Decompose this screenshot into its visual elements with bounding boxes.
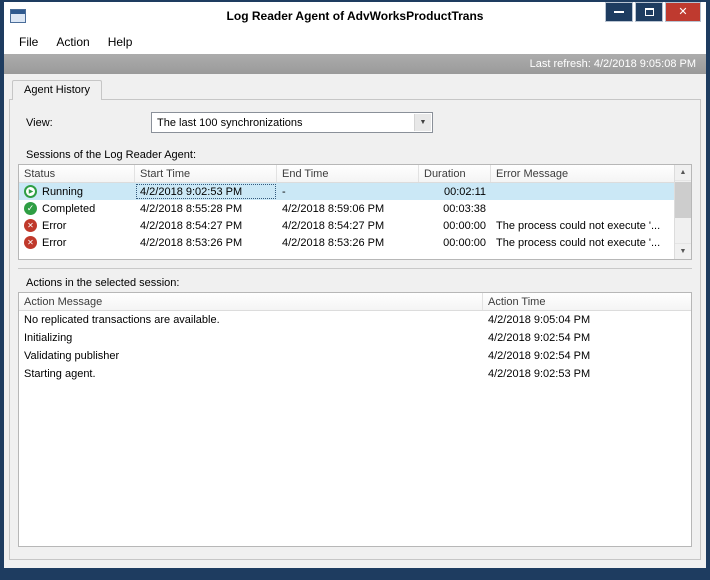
session-row[interactable]: Running 4/2/2018 9:02:53 PM - 00:02:11 [19, 183, 674, 200]
view-row: View: The last 100 synchronizations ▼ [26, 112, 692, 133]
tab-agent-history[interactable]: Agent History [12, 80, 103, 100]
error-message-cell [491, 183, 674, 200]
sessions-table: Status Start Time End Time Duration Erro… [18, 164, 692, 260]
action-time-cell: 4/2/2018 9:02:54 PM [488, 332, 591, 344]
session-row[interactable]: Error 4/2/2018 8:53:26 PM 4/2/2018 8:53:… [19, 234, 674, 251]
start-time-cell: 4/2/2018 8:55:28 PM [140, 202, 243, 215]
minimize-icon [614, 11, 624, 13]
chevron-down-icon[interactable]: ▼ [414, 114, 431, 131]
end-time-cell: 4/2/2018 8:54:27 PM [282, 219, 385, 232]
minimize-button[interactable] [605, 2, 633, 22]
window-title: Log Reader Agent of AdvWorksProductTrans [226, 9, 484, 23]
column-header-end-time[interactable]: End Time [277, 165, 419, 182]
session-row[interactable]: Completed 4/2/2018 8:55:28 PM 4/2/2018 8… [19, 200, 674, 217]
titlebar: Log Reader Agent of AdvWorksProductTrans [4, 2, 706, 30]
client-area: Agent History View: The last 100 synchro… [4, 74, 706, 568]
splitter [18, 268, 692, 269]
menu-action[interactable]: Action [47, 32, 98, 52]
scrollbar-thumb[interactable] [675, 182, 691, 218]
column-header-start-time[interactable]: Start Time [135, 165, 277, 182]
actions-table-header: Action Message Action Time [19, 293, 691, 311]
sessions-table-body: Running 4/2/2018 9:02:53 PM - 00:02:11 C… [19, 183, 674, 259]
sessions-table-header: Status Start Time End Time Duration Erro… [19, 165, 674, 183]
scroll-up-button[interactable]: ▲ [675, 165, 691, 181]
error-message-cell: The process could not execute '... [496, 219, 661, 232]
view-dropdown[interactable]: The last 100 synchronizations ▼ [151, 112, 433, 133]
scroll-down-button[interactable]: ▼ [675, 243, 691, 259]
action-time-cell: 4/2/2018 9:02:54 PM [488, 350, 591, 362]
end-time-cell: - [282, 185, 286, 198]
last-refresh-text: Last refresh: 4/2/2018 9:05:08 PM [529, 58, 696, 70]
error-status-icon [24, 236, 37, 249]
action-row[interactable]: Starting agent. 4/2/2018 9:02:53 PM [19, 365, 691, 383]
action-row[interactable]: Validating publisher 4/2/2018 9:02:54 PM [19, 347, 691, 365]
action-message-cell: No replicated transactions are available… [24, 314, 220, 326]
action-message-cell: Starting agent. [24, 368, 96, 380]
completed-status-icon [24, 202, 37, 215]
end-time-cell: 4/2/2018 8:53:26 PM [282, 236, 385, 249]
status-cell: Running [19, 183, 135, 200]
close-button[interactable] [665, 2, 701, 22]
sessions-label: Sessions of the Log Reader Agent: [26, 149, 197, 161]
caption-buttons [605, 2, 701, 22]
column-header-action-message[interactable]: Action Message [19, 293, 483, 310]
view-label: View: [26, 116, 53, 129]
column-header-error-message[interactable]: Error Message [491, 165, 674, 182]
start-time-cell: 4/2/2018 9:02:53 PM [135, 183, 277, 200]
action-message-cell: Validating publisher [24, 350, 120, 362]
refresh-bar: Last refresh: 4/2/2018 9:05:08 PM [4, 54, 706, 74]
column-header-action-time[interactable]: Action Time [483, 293, 691, 310]
session-row[interactable]: Error 4/2/2018 8:54:27 PM 4/2/2018 8:54:… [19, 217, 674, 234]
duration-cell: 00:03:38 [443, 202, 486, 215]
action-time-cell: 4/2/2018 9:02:53 PM [488, 368, 591, 380]
error-message-cell: The process could not execute '... [496, 236, 661, 249]
duration-cell: 00:00:00 [443, 219, 486, 232]
duration-cell: 00:00:00 [443, 236, 486, 249]
close-icon [678, 6, 687, 18]
status-cell: Completed [19, 200, 135, 217]
actions-table: Action Message Action Time No replicated… [18, 292, 692, 547]
status-cell: Error [19, 217, 135, 234]
maximize-icon [644, 8, 654, 16]
menu-help[interactable]: Help [99, 32, 142, 52]
menubar: File Action Help [4, 30, 706, 54]
maximize-button[interactable] [635, 2, 663, 22]
start-time-cell: 4/2/2018 8:53:26 PM [140, 236, 243, 249]
start-time-cell: 4/2/2018 8:54:27 PM [140, 219, 243, 232]
duration-cell: 00:02:11 [443, 185, 486, 198]
action-message-cell: Initializing [24, 332, 73, 344]
window-body: Log Reader Agent of AdvWorksProductTrans… [4, 2, 706, 568]
agent-history-panel: View: The last 100 synchronizations ▼ Se… [9, 99, 701, 560]
end-time-cell: 4/2/2018 8:59:06 PM [282, 202, 385, 215]
error-message-cell [491, 200, 674, 217]
running-status-icon [24, 185, 37, 198]
column-header-duration[interactable]: Duration [419, 165, 491, 182]
action-row[interactable]: No replicated transactions are available… [19, 311, 691, 329]
action-row[interactable]: Initializing 4/2/2018 9:02:54 PM [19, 329, 691, 347]
window: Log Reader Agent of AdvWorksProductTrans… [0, 0, 710, 580]
column-header-status[interactable]: Status [19, 165, 135, 182]
view-dropdown-value: The last 100 synchronizations [157, 116, 303, 129]
action-time-cell: 4/2/2018 9:05:04 PM [488, 314, 591, 326]
menu-file[interactable]: File [10, 32, 47, 52]
vertical-scrollbar[interactable]: ▲ ▼ [674, 165, 691, 259]
status-cell: Error [19, 234, 135, 251]
actions-label: Actions in the selected session: [26, 277, 180, 289]
error-status-icon [24, 219, 37, 232]
